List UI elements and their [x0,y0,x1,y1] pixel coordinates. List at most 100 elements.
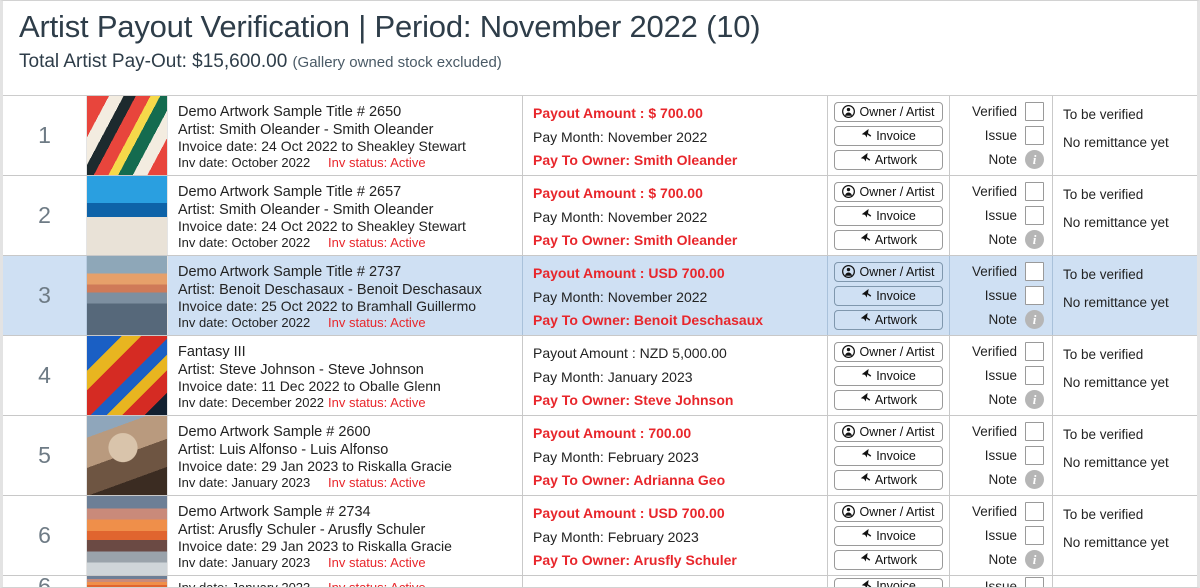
owner-artist-button[interactable]: Owner / Artist [834,181,943,202]
invoice-label: Invoice [876,448,916,463]
pay-to-owner: Pay To Owner: Arusfly Schuler [533,552,737,568]
artwork-thumbnail[interactable] [87,576,167,587]
artwork-thumbnail[interactable] [87,176,167,255]
table-row[interactable]: 1 Demo Artwork Sample Title # 2650 Artist:… [3,96,1197,176]
artwork-button[interactable]: Artwork [834,549,943,570]
artwork-title[interactable]: Demo Artwork Sample # 2734 [178,502,516,520]
payout-details: Payout Amount : $ 700.00 Pay Month: Novem… [522,176,827,255]
artwork-thumbnail[interactable] [87,416,167,495]
owner-artist-button[interactable]: Owner / Artist [834,501,943,522]
issue-checkbox[interactable] [1025,366,1044,385]
table-row[interactable]: 6 Demo Artwork Sample # 2734 Artist: Arusf… [3,496,1197,576]
artwork-button[interactable]: Artwork [834,389,943,410]
issue-row: Issue [954,576,1044,587]
issue-checkbox[interactable] [1025,286,1044,305]
artwork-title[interactable]: Fantasy III [178,342,516,360]
info-icon[interactable]: i [1025,230,1044,249]
invoice-button[interactable]: Invoice [834,285,943,306]
verified-checkbox[interactable] [1025,102,1044,121]
info-icon[interactable]: i [1025,150,1044,169]
payout-amount: Payout Amount : $ 700.00 [533,185,703,201]
invoice-date-line: Invoice date: 24 Oct 2022 to Sheakley St… [178,138,466,154]
table-row-partial[interactable]: 6 Demo Artwork Sample # 2734Artist: Arusf… [3,576,1197,587]
payout-amount: Payout Amount : 700.00 [533,425,692,441]
invoice-label: Invoice [876,368,916,383]
remittance-status: To be verifiedNo remittance yet [1052,256,1197,335]
issue-row: Issue [954,526,1044,546]
owner-artist-button[interactable]: Owner / Artist [834,101,943,122]
verified-label: Verified [971,504,1017,519]
invoice-label: Invoice [876,288,916,303]
artwork-details: Demo Artwork Sample Title # 2657 Artist: … [167,176,522,255]
owner-artist-button[interactable]: Owner / Artist [834,421,943,442]
artwork-title[interactable]: Demo Artwork Sample Title # 2737 [178,262,516,280]
artwork-thumbnail[interactable] [87,96,167,175]
owner-artist-button[interactable]: Owner / Artist [834,261,943,282]
issue-checkbox[interactable] [1025,526,1044,545]
table-row[interactable]: 5 Demo Artwork Sample # 2600 Artist: Luis … [3,416,1197,496]
info-icon[interactable]: i [1025,310,1044,329]
verified-checkbox[interactable] [1025,182,1044,201]
info-icon[interactable]: i [1025,390,1044,409]
remittance-status: To be verifiedNo remittance yet [1052,176,1197,255]
verified-checkbox[interactable] [1025,262,1044,281]
inv-status: Inv status: Active [328,579,426,588]
invoice-button[interactable]: Invoice [834,125,943,146]
verified-row: Verified [954,262,1044,282]
verification-status: To be verified [1063,586,1191,587]
verified-checkbox[interactable] [1025,502,1044,521]
note-label: Note [988,472,1017,487]
person-icon [842,345,856,358]
verification-controls: Verified Issue Notei [949,496,1052,575]
verification-controls: Verified Issue Notei [949,96,1052,175]
invoice-button[interactable]: Invoice [834,365,943,386]
verified-row: Verified [954,182,1044,202]
row-index: 3 [3,256,87,335]
table-row[interactable]: 4 Fantasy III Artist: Steve Johnson - Stev… [3,336,1197,416]
invoice-date-line: Invoice date: 11 Dec 2022 to Oballe Glen… [178,378,441,394]
issue-checkbox[interactable] [1025,206,1044,225]
payout-details: Payout Amount : USD 700.00Pay Month: Feb… [522,576,827,587]
issue-checkbox[interactable] [1025,126,1044,145]
note-row: Note i [954,550,1044,570]
artwork-thumbnail[interactable] [87,256,167,335]
artwork-title[interactable]: Demo Artwork Sample Title # 2657 [178,182,516,200]
verified-checkbox[interactable] [1025,422,1044,441]
invoice-button[interactable]: Invoice [834,525,943,546]
info-icon[interactable]: i [1025,550,1044,569]
artwork-button[interactable]: Artwork [834,469,943,490]
artwork-title[interactable]: Demo Artwork Sample # 2600 [178,422,516,440]
inv-date: Inv date: October 2022 [178,235,311,250]
artwork-thumbnail-image [87,96,167,175]
artwork-thumbnail[interactable] [87,336,167,415]
artist-name: Artist: Smith Oleander - Smith Oleander [178,201,434,218]
artwork-thumbnail-image [87,336,167,415]
remittance-status-text: No remittance yet [1063,215,1169,230]
artwork-thumbnail[interactable] [87,496,167,575]
invoice-button[interactable]: Invoice [834,445,943,466]
invoice-label: Invoice [876,528,916,543]
inv-status: Inv status: Active [328,315,426,330]
artwork-button[interactable]: Artwork [834,229,943,250]
invoice-button[interactable]: Invoice [834,205,943,226]
table-row[interactable]: 3 Demo Artwork Sample Title # 2737 Artist:… [3,256,1197,336]
artwork-title[interactable]: Demo Artwork Sample Title # 2650 [178,102,516,120]
artwork-button[interactable]: Artwork [834,149,943,170]
artwork-label: Artwork [874,232,918,247]
invoice-button[interactable]: Invoice [834,578,943,587]
total-payout-note: (Gallery owned stock excluded) [292,54,502,71]
verified-row: Verified [954,422,1044,442]
issue-checkbox[interactable] [1025,446,1044,465]
verified-label: Verified [971,424,1017,439]
artwork-button[interactable]: Artwork [834,309,943,330]
issue-checkbox[interactable] [1025,576,1044,587]
table-row[interactable]: 2 Demo Artwork Sample Title # 2657 Artist:… [3,176,1197,256]
verified-label: Verified [971,104,1017,119]
info-icon[interactable]: i [1025,470,1044,489]
remittance-status: To be verifiedNo remittance yet [1052,576,1197,587]
row-index: 2 [3,176,87,255]
issue-row: Issue [954,286,1044,306]
artist-name: Artist: Luis Alfonso - Luis Alfonso [178,441,389,458]
verified-checkbox[interactable] [1025,342,1044,361]
owner-artist-button[interactable]: Owner / Artist [834,341,943,362]
